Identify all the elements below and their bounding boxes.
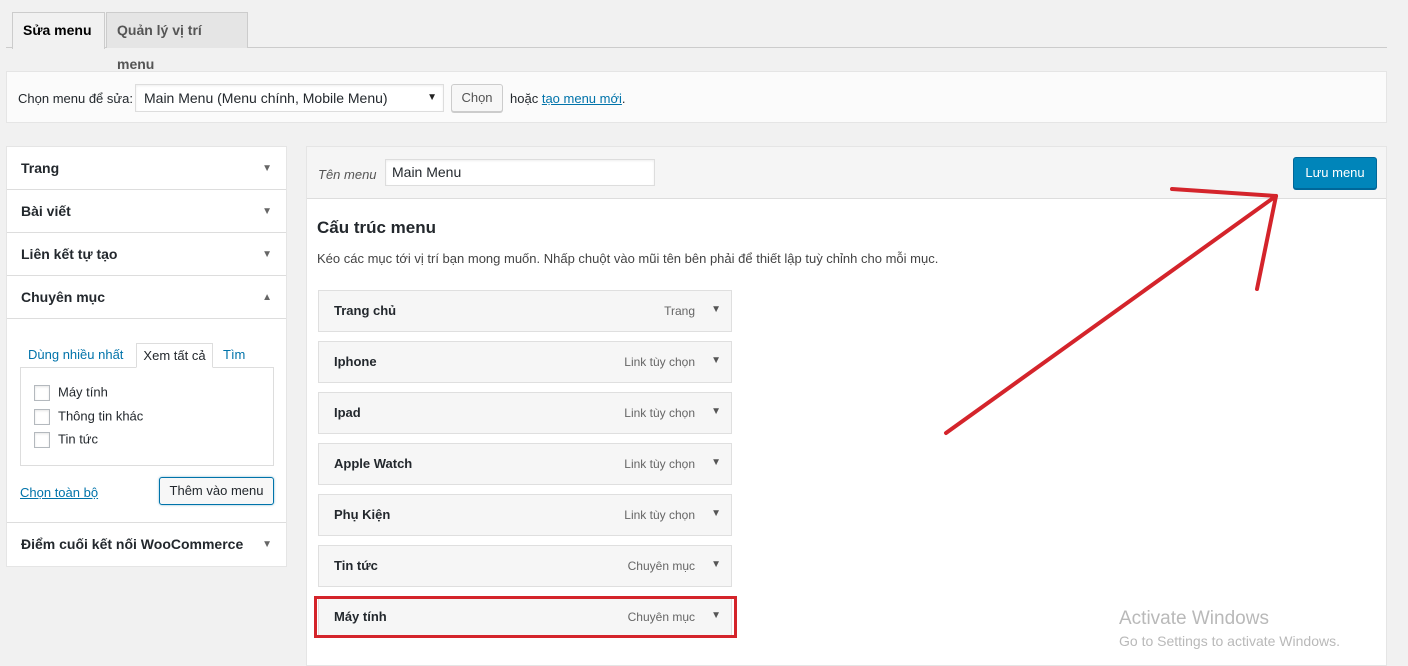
activate-windows-hint: Go to Settings to activate Windows. xyxy=(1119,633,1340,649)
caret-down-icon[interactable]: ▼ xyxy=(711,291,721,329)
caret-down-icon[interactable]: ▼ xyxy=(711,546,721,584)
menu-item[interactable]: Tin tức Chuyên mục ▼ xyxy=(318,545,732,587)
section-posts[interactable]: Bài viết ▼ xyxy=(7,190,286,233)
categories-panel: Dùng nhiều nhất Xem tất cả Tìm kiếm Máy … xyxy=(7,319,286,523)
caret-up-icon: ▲ xyxy=(262,292,272,303)
menu-item-type: Trang xyxy=(664,304,695,318)
section-categories-label: Chuyên mục xyxy=(21,289,106,305)
caret-down-icon: ▼ xyxy=(262,206,272,217)
category-item[interactable]: Thông tin khác xyxy=(34,408,143,426)
menu-item-title: Iphone xyxy=(334,354,377,369)
menu-name-input[interactable]: Main Menu xyxy=(385,159,655,186)
subtab-search[interactable]: Tìm kiếm xyxy=(223,343,275,386)
section-woocommerce-label: Điểm cuối kết nối WooCommerce xyxy=(21,536,244,552)
select-menu-label: Chọn menu để sửa: xyxy=(18,91,133,106)
subtab-most-used[interactable]: Dùng nhiều nhất xyxy=(28,343,123,368)
menu-editor: Tên menu Main Menu Lưu menu Cấu trúc men… xyxy=(306,146,1387,666)
nav-tabs: Sửa menu Quản lý vị trí menu xyxy=(6,12,1387,72)
menu-item[interactable]: Iphone Link tùy chọn ▼ xyxy=(318,341,732,383)
section-custom-links-label: Liên kết tự tạo xyxy=(21,246,118,262)
checkbox[interactable] xyxy=(34,384,50,401)
caret-down-icon: ▼ xyxy=(427,92,437,103)
caret-down-icon: ▼ xyxy=(262,539,272,550)
select-all-link[interactable]: Chọn toàn bộ xyxy=(20,485,98,500)
menu-item-title: Tin tức xyxy=(334,558,378,573)
menu-item-type: Link tùy chọn xyxy=(624,457,695,471)
section-pages[interactable]: Trang ▼ xyxy=(7,147,286,190)
or-text: hoặc xyxy=(510,91,539,106)
section-woocommerce-endpoints[interactable]: Điểm cuối kết nối WooCommerce ▼ xyxy=(7,523,286,566)
subtab-view-all[interactable]: Xem tất cả xyxy=(136,343,213,368)
period: . xyxy=(621,91,626,106)
menu-item[interactable]: Trang chủ Trang ▼ xyxy=(318,290,732,332)
category-label: Máy tính xyxy=(58,384,108,400)
highlight-box xyxy=(314,596,737,638)
menu-item-title: Phụ Kiện xyxy=(334,507,391,522)
menu-header: Tên menu Main Menu Lưu menu xyxy=(307,147,1386,199)
caret-down-icon[interactable]: ▼ xyxy=(711,393,721,431)
caret-down-icon[interactable]: ▼ xyxy=(711,444,721,482)
checkbox[interactable] xyxy=(34,431,50,448)
section-posts-label: Bài viết xyxy=(21,203,71,219)
tab-manage-locations[interactable]: Quản lý vị trí menu xyxy=(106,12,248,72)
create-menu-link[interactable]: tạo menu mới xyxy=(542,91,622,106)
choose-button[interactable]: Chọn xyxy=(451,84,503,112)
menu-select[interactable]: Main Menu (Menu chính, Mobile Menu) ▼ xyxy=(135,84,444,112)
section-categories[interactable]: Chuyên mục ▲ xyxy=(7,276,286,319)
section-custom-links[interactable]: Liên kết tự tạo ▼ xyxy=(7,233,286,276)
caret-down-icon: ▼ xyxy=(262,163,272,174)
menu-item-type: Link tùy chọn xyxy=(624,508,695,522)
section-pages-label: Trang xyxy=(21,160,60,176)
checkbox[interactable] xyxy=(34,408,50,425)
menu-item-type: Link tùy chọn xyxy=(624,406,695,420)
menu-item[interactable]: Ipad Link tùy chọn ▼ xyxy=(318,392,732,434)
menu-select-value: Main Menu (Menu chính, Mobile Menu) xyxy=(144,90,388,106)
category-checklist: Máy tính Thông tin khác Tin tức xyxy=(20,367,274,466)
menu-item-type: Chuyên mục xyxy=(627,559,695,573)
add-to-menu-button[interactable]: Thêm vào menu xyxy=(159,477,274,505)
menu-structure-title: Cấu trúc menu xyxy=(317,218,437,237)
menu-name-label: Tên menu xyxy=(318,167,377,182)
menu-item-title: Apple Watch xyxy=(334,456,413,471)
caret-down-icon: ▼ xyxy=(262,249,272,260)
menu-item-type: Link tùy chọn xyxy=(624,355,695,369)
caret-down-icon[interactable]: ▼ xyxy=(711,342,721,380)
menu-item-title: Trang chủ xyxy=(334,303,397,318)
add-menu-items-accordion: Trang ▼ Bài viết ▼ Liên kết tự tạo ▼ Chu… xyxy=(6,146,287,567)
activate-windows-watermark: Activate Windows xyxy=(1119,608,1269,629)
manage-menus-box: Chọn menu để sửa: Main Menu (Menu chính,… xyxy=(6,71,1387,123)
category-subtabs: Dùng nhiều nhất Xem tất cả Tìm kiếm xyxy=(20,343,275,386)
save-menu-button[interactable]: Lưu menu xyxy=(1293,157,1377,189)
tab-edit-menu[interactable]: Sửa menu xyxy=(12,12,105,49)
menu-item[interactable]: Apple Watch Link tùy chọn ▼ xyxy=(318,443,732,485)
category-item[interactable]: Tin tức xyxy=(34,431,98,449)
category-label: Thông tin khác xyxy=(58,408,144,424)
menu-item-title: Ipad xyxy=(334,405,361,420)
caret-down-icon[interactable]: ▼ xyxy=(711,495,721,533)
menu-item[interactable]: Phụ Kiện Link tùy chọn ▼ xyxy=(318,494,732,536)
category-label: Tin tức xyxy=(58,431,99,447)
create-menu-text: hoặc tạo menu mới. xyxy=(510,91,626,106)
menu-structure-description: Kéo các mục tới vị trí bạn mong muốn. Nh… xyxy=(317,251,939,266)
category-item[interactable]: Máy tính xyxy=(34,384,108,402)
